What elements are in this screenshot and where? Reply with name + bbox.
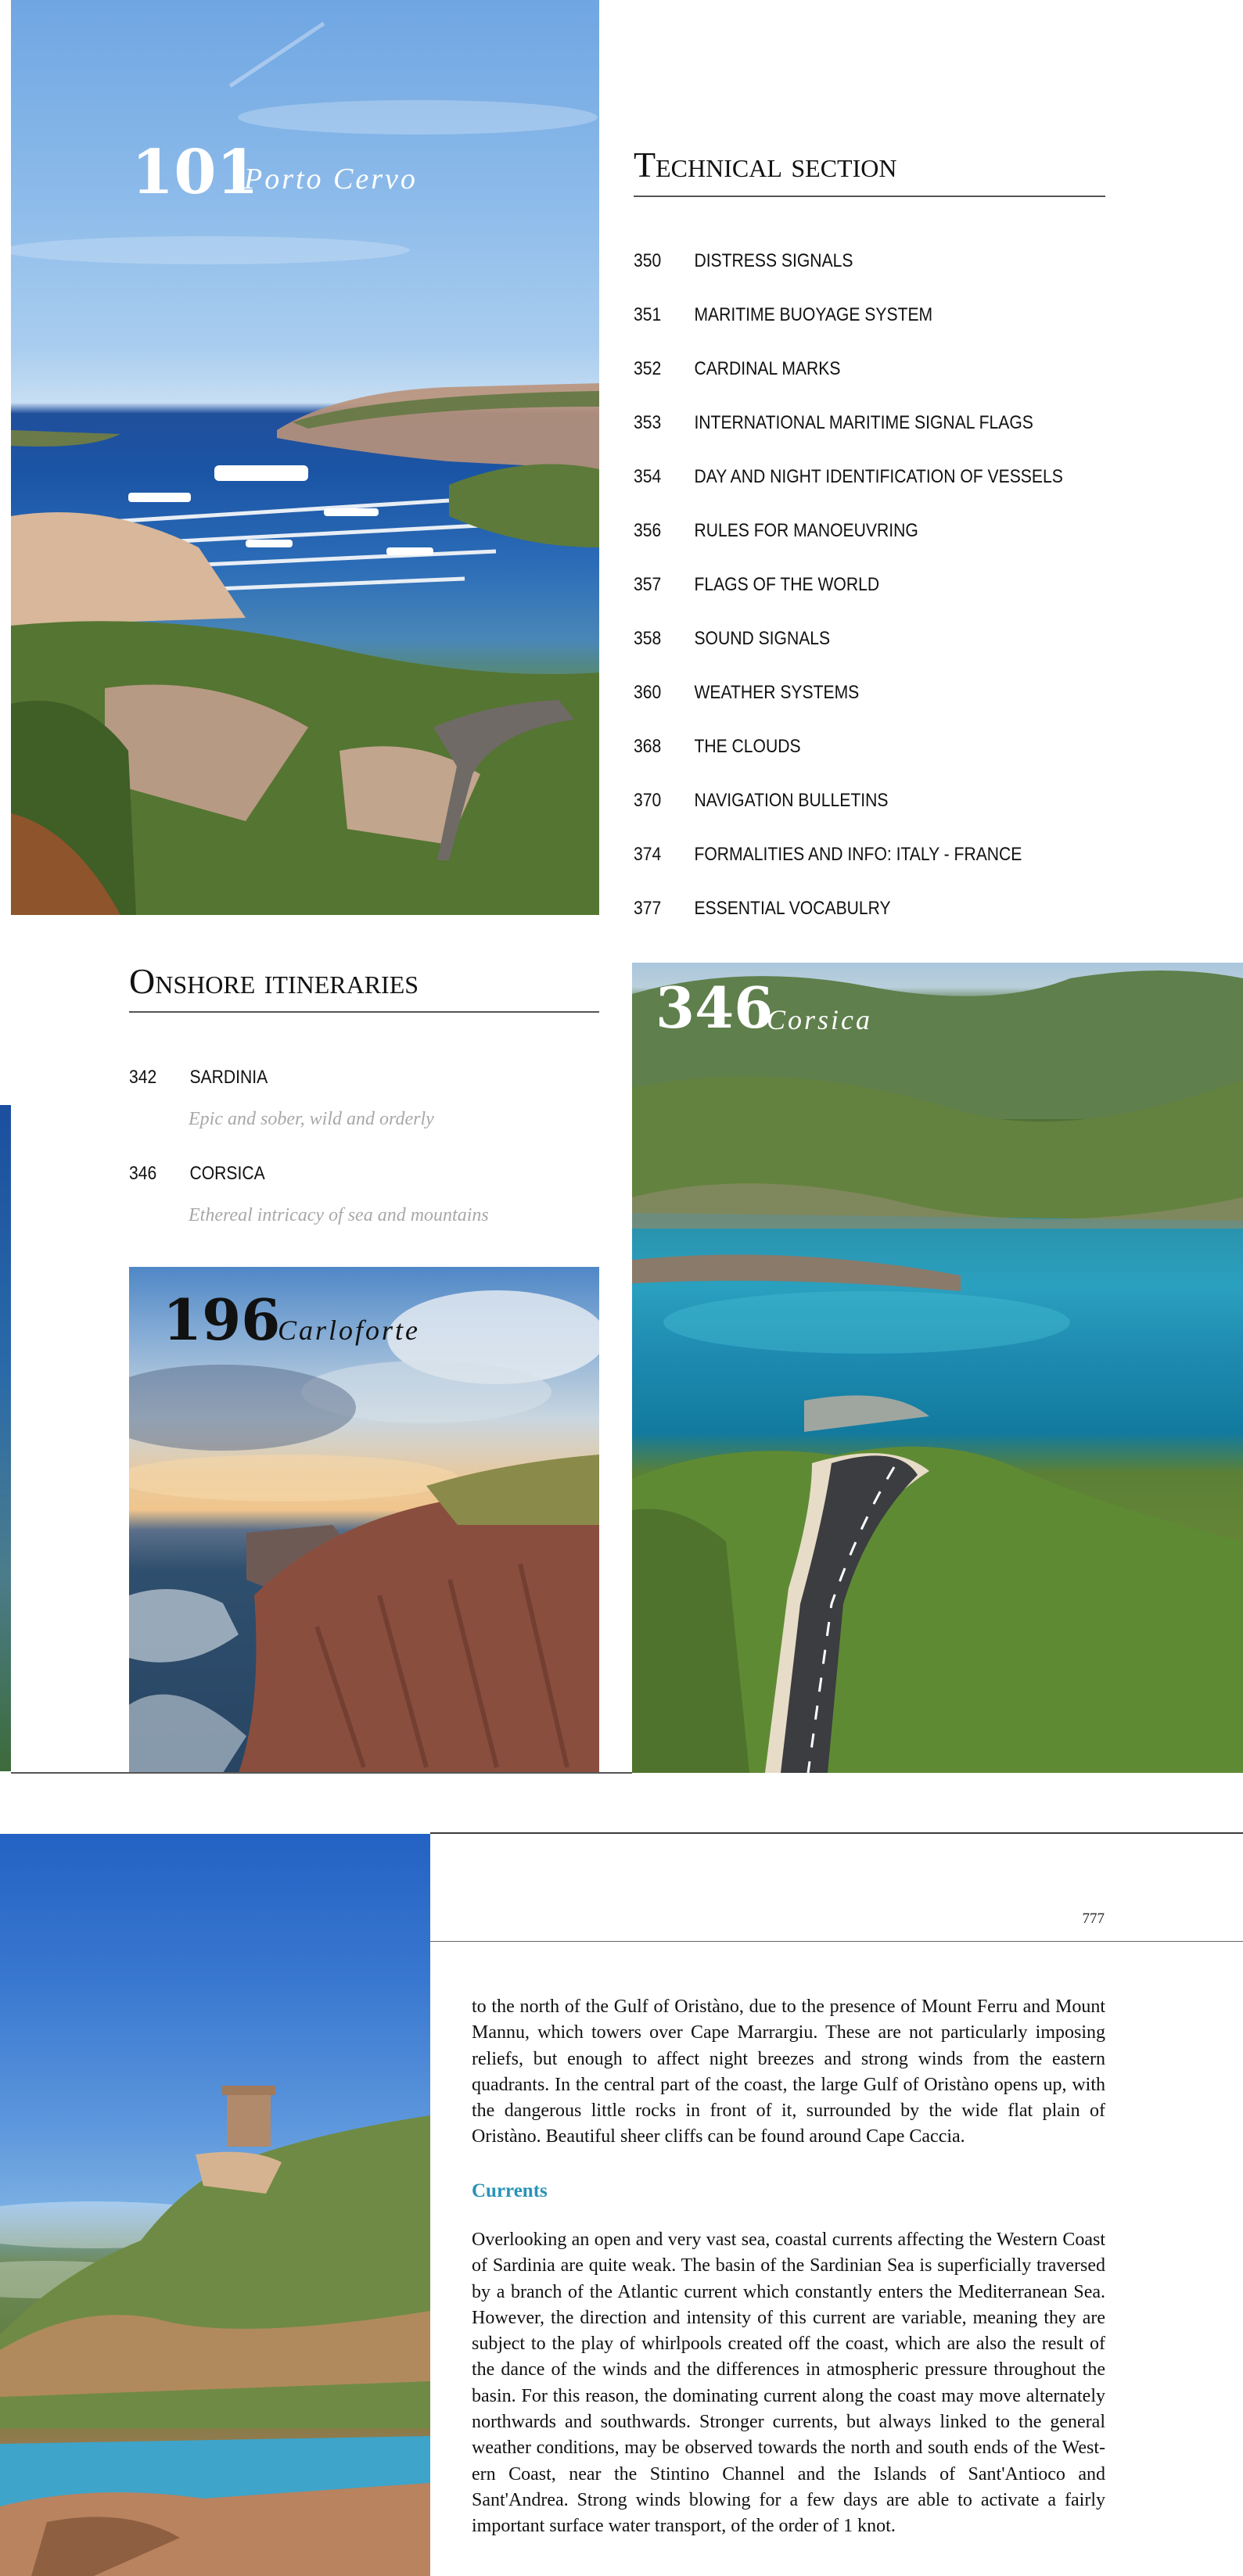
technical-item-label: DAY AND NIGHT IDENTIFICATION OF VESSELS bbox=[694, 466, 1063, 487]
technical-item-label: CARDINAL MARKS bbox=[694, 358, 841, 379]
corsica-number: 346 bbox=[656, 974, 774, 1041]
technical-item: 368 THE CLOUDS bbox=[634, 737, 801, 756]
technical-item: 377 ESSENTIAL VOCABULRY bbox=[634, 899, 891, 918]
technical-item-label: DISTRESS SIGNALS bbox=[694, 250, 853, 271]
carloforte-caption: Carloforte bbox=[278, 1315, 421, 1346]
technical-item-page: 374 bbox=[634, 844, 662, 865]
intro-paragraph: to the north of the Gulf of Oristàno, du… bbox=[472, 1997, 1105, 2147]
technical-item-page: 356 bbox=[634, 520, 662, 541]
coastal-tower-photo bbox=[0, 1834, 430, 2576]
adjacent-page-edge bbox=[0, 1105, 11, 1771]
page-top-rule bbox=[430, 1832, 1243, 1834]
technical-item-page: 353 bbox=[634, 412, 662, 433]
technical-item-page: 354 bbox=[634, 466, 662, 487]
onshore-item-subtitle: Epic and sober, wild and orderly bbox=[189, 1109, 434, 1129]
corsica-caption: Corsica bbox=[767, 1004, 873, 1035]
porto-cervo-number: 101 bbox=[131, 137, 259, 208]
technical-item-page: 377 bbox=[634, 898, 662, 919]
technical-item: 356 RULES FOR MANOEUVRING bbox=[634, 522, 918, 540]
technical-item-label: THE CLOUDS bbox=[694, 736, 801, 757]
technical-item-page: 357 bbox=[634, 574, 662, 595]
onshore-item-subtitle: Ethereal intricacy of sea and mountains bbox=[189, 1205, 489, 1225]
technical-item-label: MARITIME BUOYAGE SYSTEM bbox=[694, 304, 933, 325]
currents-paragraph: Overlooking an open and very vast sea, c… bbox=[472, 2230, 1105, 2537]
technical-section-rule bbox=[634, 196, 1105, 197]
spread-bottom-rule bbox=[11, 1772, 632, 1774]
technical-item-page: 358 bbox=[634, 628, 662, 649]
page-number: 777 bbox=[1082, 1910, 1105, 1927]
technical-item-label: NAVIGATION BULLETINS bbox=[694, 790, 889, 811]
carloforte-number: 196 bbox=[163, 1286, 281, 1353]
technical-item-label: SOUND SIGNALS bbox=[694, 628, 831, 649]
onshore-item-label: SARDINIA bbox=[189, 1067, 268, 1088]
technical-section-title: Technical section bbox=[634, 145, 897, 185]
technical-item: 370 NAVIGATION BULLETINS bbox=[634, 791, 888, 810]
technical-item-page: 351 bbox=[634, 304, 662, 325]
page-header-rule bbox=[430, 1941, 1243, 1942]
porto-cervo-photo bbox=[11, 0, 599, 915]
onshore-item-label: CORSICA bbox=[189, 1163, 265, 1184]
onshore-item-page: 346 bbox=[129, 1163, 157, 1184]
technical-item: 354 DAY AND NIGHT IDENTIFICATION OF VESSE… bbox=[634, 468, 1063, 486]
technical-item-label: WEATHER SYSTEMS bbox=[694, 682, 860, 703]
technical-item: 352 CARDINAL MARKS bbox=[634, 360, 840, 379]
technical-item: 353 INTERNATIONAL MARITIME SIGNAL FLAGS bbox=[634, 414, 1033, 432]
technical-item-page: 350 bbox=[634, 250, 662, 271]
onshore-itineraries-rule bbox=[129, 1011, 599, 1013]
technical-item-label: INTERNATIONAL MARITIME SIGNAL FLAGS bbox=[694, 412, 1033, 433]
technical-item-page: 360 bbox=[634, 682, 662, 703]
technical-item: 350 DISTRESS SIGNALS bbox=[634, 252, 853, 271]
technical-item-page: 370 bbox=[634, 790, 662, 811]
technical-item: 374 FORMALITIES AND INFO: ITALY - FRANCE bbox=[634, 845, 1022, 864]
onshore-item: 342 SARDINIA bbox=[129, 1068, 268, 1087]
porto-cervo-caption: Porto Cervo bbox=[244, 163, 418, 196]
technical-item: 358 SOUND SIGNALS bbox=[634, 630, 830, 648]
technical-item-page: 352 bbox=[634, 358, 662, 379]
technical-item-label: FLAGS OF THE WORLD bbox=[694, 574, 880, 595]
onshore-item-page: 342 bbox=[129, 1067, 157, 1088]
technical-item-page: 368 bbox=[634, 736, 662, 757]
technical-item-label: ESSENTIAL VOCABULRY bbox=[694, 898, 891, 919]
currents-heading: Currents bbox=[472, 2180, 548, 2201]
technical-item: 351 MARITIME BUOYAGE SYSTEM bbox=[634, 306, 932, 325]
onshore-item: 346 CORSICA bbox=[129, 1164, 265, 1183]
technical-item: 357 FLAGS OF THE WORLD bbox=[634, 576, 879, 594]
onshore-itineraries-title: Onshore itineraries bbox=[129, 961, 419, 1001]
corsica-photo bbox=[632, 963, 1243, 1773]
technical-item: 360 WEATHER SYSTEMS bbox=[634, 683, 859, 702]
technical-item-label: FORMALITIES AND INFO: ITALY - FRANCE bbox=[694, 844, 1022, 865]
technical-item-label: RULES FOR MANOEUVRING bbox=[694, 520, 918, 541]
